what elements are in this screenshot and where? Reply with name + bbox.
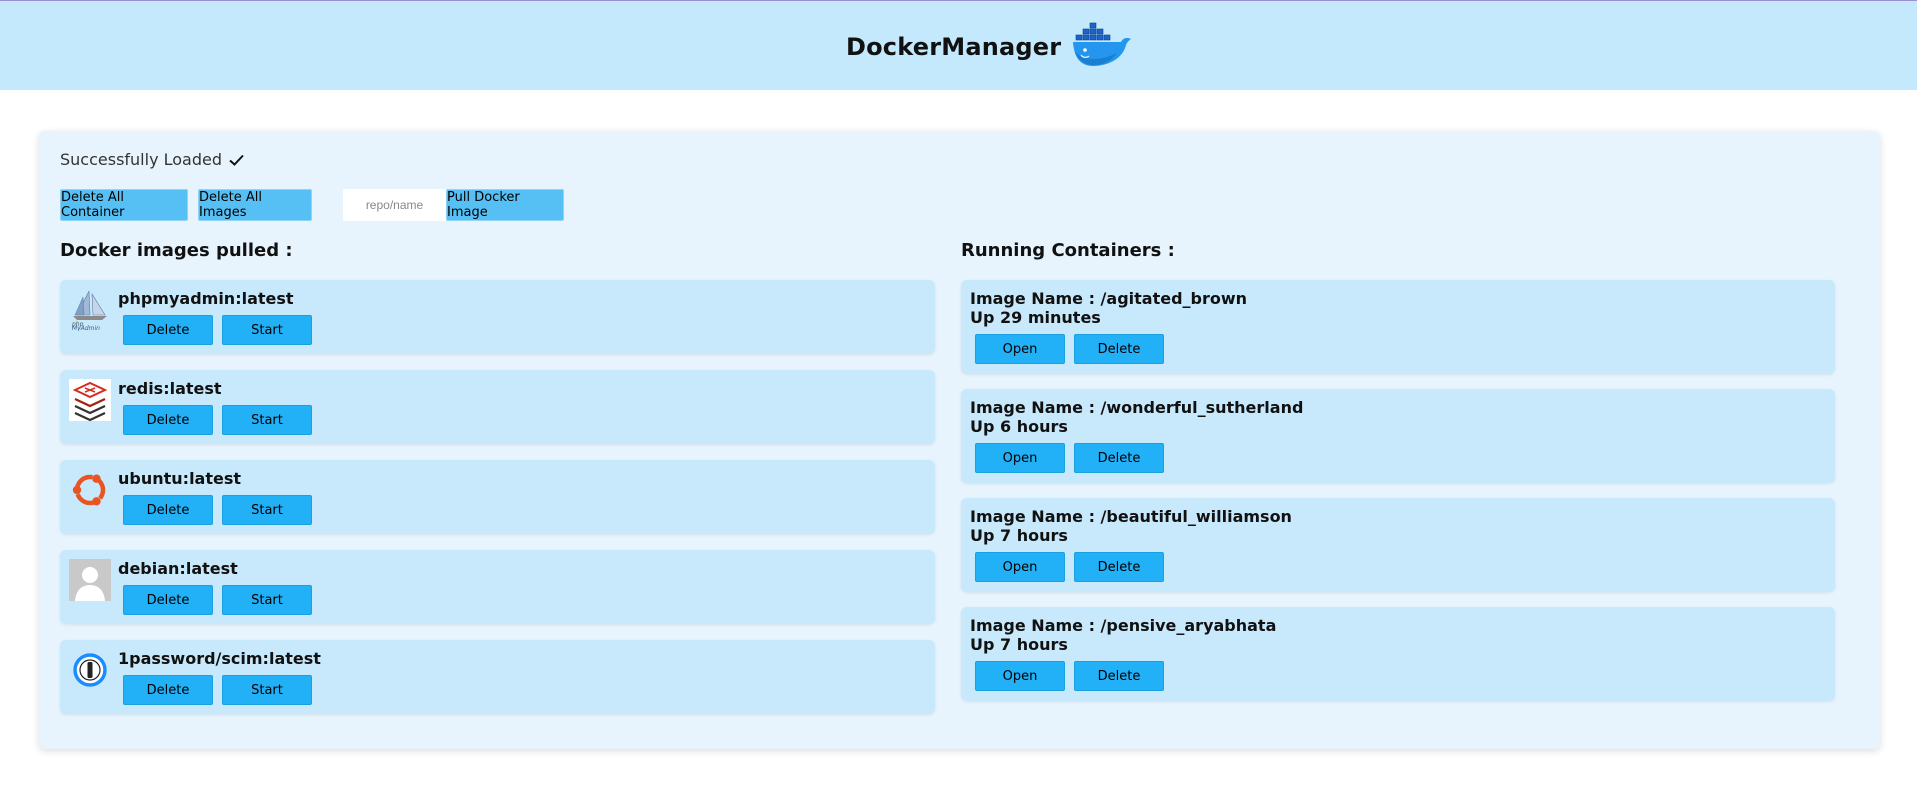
redis-stack-icon [69, 379, 111, 421]
images-section-title: Docker images pulled : [60, 240, 293, 261]
open-container-button[interactable]: Open [975, 334, 1065, 364]
docker-whale-icon [1073, 22, 1132, 66]
start-image-button[interactable]: Start [222, 675, 312, 705]
container-card: Image Name : /wonderful_sutherland Up 6 … [961, 389, 1835, 483]
image-card: php MyAdmin phpmyadmin:latest Delete Sta… [60, 280, 935, 354]
start-image-button[interactable]: Start [222, 405, 312, 435]
container-name: Image Name : /agitated_brown [970, 289, 1248, 308]
open-container-button[interactable]: Open [975, 661, 1065, 691]
start-image-button[interactable]: Start [222, 585, 312, 615]
status-message: Successfully Loaded [60, 150, 244, 169]
container-card: Image Name : /beautiful_williamson Up 7 … [961, 498, 1835, 592]
delete-all-containers-button[interactable]: Delete All Container [60, 189, 188, 221]
delete-container-button[interactable]: Delete [1074, 334, 1164, 364]
pull-image-input[interactable] [343, 189, 446, 221]
container-uptime: Up 29 minutes [970, 308, 1101, 327]
delete-image-button[interactable]: Delete [123, 315, 213, 345]
image-name: redis:latest [118, 379, 222, 398]
image-card: debian:latest Delete Start [60, 550, 935, 624]
start-image-button[interactable]: Start [222, 315, 312, 345]
delete-image-button[interactable]: Delete [123, 405, 213, 435]
image-card: redis:latest Delete Start [60, 370, 935, 444]
container-card: Image Name : /agitated_brown Up 29 minut… [961, 280, 1835, 374]
delete-container-button[interactable]: Delete [1074, 552, 1164, 582]
container-name: Image Name : /pensive_aryabhata [970, 616, 1277, 635]
delete-all-images-button[interactable]: Delete All Images [198, 189, 312, 221]
image-name: 1password/scim:latest [118, 649, 321, 668]
image-name: ubuntu:latest [118, 469, 242, 488]
checkmark-icon [229, 154, 244, 166]
container-uptime: Up 7 hours [970, 526, 1068, 545]
container-card: Image Name : /pensive_aryabhata Up 7 hou… [961, 607, 1835, 701]
app-title: DockerManager [846, 33, 1062, 61]
image-name: debian:latest [118, 559, 238, 578]
default-avatar-icon [69, 559, 111, 601]
container-uptime: Up 6 hours [970, 417, 1068, 436]
open-container-button[interactable]: Open [975, 552, 1065, 582]
container-uptime: Up 7 hours [970, 635, 1068, 654]
pull-image-button[interactable]: Pull Docker Image [446, 189, 564, 221]
ubuntu-circle-icon [72, 474, 106, 506]
brand: DockerManager [846, 22, 1133, 67]
phpmyadmin-sailboat-icon: php MyAdmin [71, 290, 107, 331]
status-text: Successfully Loaded [60, 150, 223, 169]
container-name: Image Name : /beautiful_williamson [970, 507, 1292, 526]
header-bar: DockerManager [0, 0, 1917, 90]
delete-image-button[interactable]: Delete [123, 585, 213, 615]
start-image-button[interactable]: Start [222, 495, 312, 525]
delete-container-button[interactable]: Delete [1074, 661, 1164, 691]
open-container-button[interactable]: Open [975, 443, 1065, 473]
container-name: Image Name : /wonderful_sutherland [970, 398, 1304, 417]
image-name: phpmyadmin:latest [118, 289, 294, 308]
image-card: ubuntu:latest Delete Start [60, 460, 935, 534]
delete-container-button[interactable]: Delete [1074, 443, 1164, 473]
delete-image-button[interactable]: Delete [123, 495, 213, 525]
image-card: 1password/scim:latest Delete Start [60, 640, 935, 714]
delete-image-button[interactable]: Delete [123, 675, 213, 705]
1password-keyhole-icon [73, 653, 107, 687]
svg-text:MyAdmin: MyAdmin [72, 325, 100, 331]
containers-section-title: Running Containers : [961, 240, 1175, 261]
